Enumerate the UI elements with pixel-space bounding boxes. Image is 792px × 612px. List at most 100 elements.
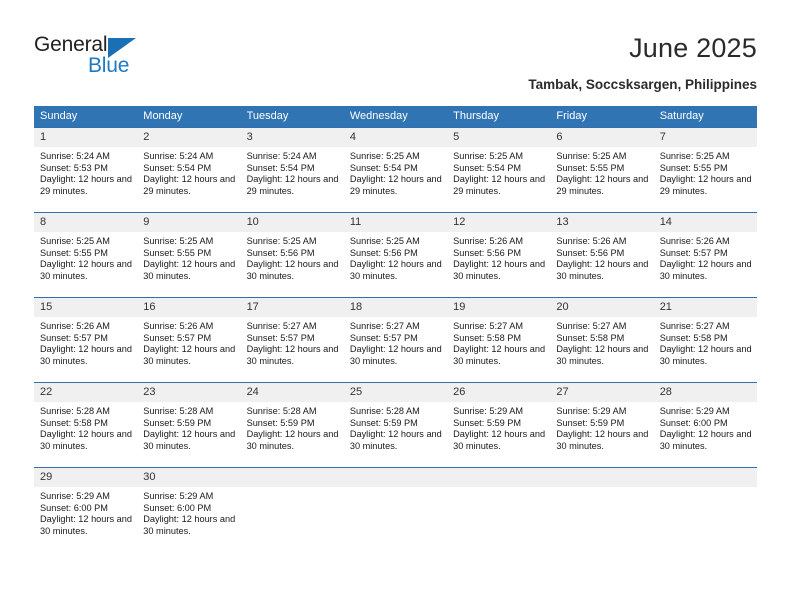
sunset-text: Sunset: 5:57 PM bbox=[143, 332, 212, 343]
day-details: Sunrise: 5:27 AM Sunset: 5:58 PM Dayligh… bbox=[654, 317, 757, 367]
day-number: 5 bbox=[447, 128, 551, 147]
weekday-header-wednesday: Wednesday bbox=[343, 106, 448, 128]
day-number: 22 bbox=[34, 383, 138, 402]
sunrise-text: Sunrise: 5:24 AM bbox=[143, 151, 214, 161]
day-cell[interactable]: 20 Sunrise: 5:27 AM Sunset: 5:58 PM Dayl… bbox=[550, 297, 654, 383]
day-cell[interactable]: 12 Sunrise: 5:26 AM Sunset: 5:56 PM Dayl… bbox=[447, 212, 551, 298]
day-cell[interactable]: 26 Sunrise: 5:29 AM Sunset: 5:59 PM Dayl… bbox=[447, 382, 551, 468]
day-details: Sunrise: 5:29 AM Sunset: 6:00 PM Dayligh… bbox=[34, 487, 137, 537]
day-details: Sunrise: 5:26 AM Sunset: 5:57 PM Dayligh… bbox=[34, 317, 137, 367]
day-cell[interactable]: 5 Sunrise: 5:25 AM Sunset: 5:54 PM Dayli… bbox=[447, 127, 551, 213]
day-number: 30 bbox=[137, 468, 241, 487]
daylight-text: Daylight: 12 hours and 29 minutes. bbox=[556, 174, 649, 196]
daylight-text: Daylight: 12 hours and 30 minutes. bbox=[40, 514, 132, 536]
sunset-text: Sunset: 5:55 PM bbox=[143, 247, 212, 258]
daylight-text: Daylight: 12 hours and 30 minutes. bbox=[453, 259, 546, 281]
daylight-text: Daylight: 12 hours and 30 minutes. bbox=[143, 429, 236, 451]
day-cell[interactable]: 10 Sunrise: 5:25 AM Sunset: 5:56 PM Dayl… bbox=[240, 212, 344, 298]
day-cell[interactable]: 30 Sunrise: 5:29 AM Sunset: 6:00 PM Dayl… bbox=[137, 467, 241, 552]
sunset-text: Sunset: 5:59 PM bbox=[556, 417, 625, 428]
day-number: 29 bbox=[34, 468, 138, 487]
day-number bbox=[343, 468, 448, 487]
day-cell[interactable]: 17 Sunrise: 5:27 AM Sunset: 5:57 PM Dayl… bbox=[240, 297, 344, 383]
day-cell[interactable]: 4 Sunrise: 5:25 AM Sunset: 5:54 PM Dayli… bbox=[343, 127, 448, 213]
sunrise-text: Sunrise: 5:25 AM bbox=[246, 236, 317, 246]
week-row: 22 Sunrise: 5:28 AM Sunset: 5:58 PM Dayl… bbox=[34, 382, 757, 468]
week-row: 29 Sunrise: 5:29 AM Sunset: 6:00 PM Dayl… bbox=[34, 467, 757, 552]
day-details: Sunrise: 5:29 AM Sunset: 5:59 PM Dayligh… bbox=[447, 402, 550, 452]
day-cell[interactable]: 28 Sunrise: 5:29 AM Sunset: 6:00 PM Dayl… bbox=[653, 382, 757, 468]
sunrise-text: Sunrise: 5:24 AM bbox=[40, 151, 110, 161]
sunrise-text: Sunrise: 5:26 AM bbox=[143, 321, 214, 331]
day-details: Sunrise: 5:25 AM Sunset: 5:56 PM Dayligh… bbox=[344, 232, 447, 282]
sunset-text: Sunset: 5:53 PM bbox=[40, 162, 108, 173]
day-details: Sunrise: 5:28 AM Sunset: 5:58 PM Dayligh… bbox=[34, 402, 137, 452]
sunset-text: Sunset: 5:59 PM bbox=[349, 417, 418, 428]
day-number: 14 bbox=[653, 213, 757, 232]
day-cell[interactable]: 6 Sunrise: 5:25 AM Sunset: 5:55 PM Dayli… bbox=[550, 127, 654, 213]
day-number: 17 bbox=[240, 298, 344, 317]
sunrise-text: Sunrise: 5:27 AM bbox=[246, 321, 317, 331]
day-details: Sunrise: 5:25 AM Sunset: 5:55 PM Dayligh… bbox=[550, 147, 653, 197]
day-number: 6 bbox=[550, 128, 654, 147]
daylight-text: Daylight: 12 hours and 29 minutes. bbox=[453, 174, 546, 196]
day-cell[interactable]: 16 Sunrise: 5:26 AM Sunset: 5:57 PM Dayl… bbox=[137, 297, 241, 383]
day-cell[interactable]: 19 Sunrise: 5:27 AM Sunset: 5:58 PM Dayl… bbox=[447, 297, 551, 383]
daylight-text: Daylight: 12 hours and 30 minutes. bbox=[556, 429, 649, 451]
daylight-text: Daylight: 12 hours and 30 minutes. bbox=[349, 344, 442, 366]
day-number: 9 bbox=[137, 213, 241, 232]
day-cell[interactable]: 21 Sunrise: 5:27 AM Sunset: 5:58 PM Dayl… bbox=[653, 297, 757, 383]
day-number bbox=[240, 468, 344, 487]
sunrise-text: Sunrise: 5:26 AM bbox=[556, 236, 627, 246]
weekday-header-tuesday: Tuesday bbox=[240, 106, 344, 128]
page-title: June 2025 bbox=[629, 33, 757, 63]
day-cell[interactable]: 23 Sunrise: 5:28 AM Sunset: 5:59 PM Dayl… bbox=[137, 382, 241, 468]
day-cell[interactable]: 15 Sunrise: 5:26 AM Sunset: 5:57 PM Dayl… bbox=[34, 297, 138, 383]
day-cell[interactable]: 25 Sunrise: 5:28 AM Sunset: 5:59 PM Dayl… bbox=[343, 382, 448, 468]
sunrise-text: Sunrise: 5:27 AM bbox=[349, 321, 420, 331]
sunrise-text: Sunrise: 5:29 AM bbox=[453, 406, 524, 416]
day-number: 26 bbox=[447, 383, 551, 402]
day-number: 2 bbox=[137, 128, 241, 147]
sunset-text: Sunset: 5:59 PM bbox=[143, 417, 212, 428]
day-cell[interactable]: 24 Sunrise: 5:28 AM Sunset: 5:59 PM Dayl… bbox=[240, 382, 344, 468]
day-cell[interactable]: 2 Sunrise: 5:24 AM Sunset: 5:54 PM Dayli… bbox=[137, 127, 241, 213]
generalblue-logo: General Blue bbox=[34, 33, 214, 83]
day-details: Sunrise: 5:25 AM Sunset: 5:55 PM Dayligh… bbox=[137, 232, 240, 282]
day-cell[interactable]: 22 Sunrise: 5:28 AM Sunset: 5:58 PM Dayl… bbox=[34, 382, 138, 468]
empty-day-cell bbox=[550, 467, 654, 552]
day-cell[interactable]: 1 Sunrise: 5:24 AM Sunset: 5:53 PM Dayli… bbox=[34, 127, 138, 213]
day-details: Sunrise: 5:26 AM Sunset: 5:56 PM Dayligh… bbox=[447, 232, 550, 282]
weekday-header-thursday: Thursday bbox=[447, 106, 551, 128]
week-row: 1 Sunrise: 5:24 AM Sunset: 5:53 PM Dayli… bbox=[34, 127, 757, 213]
day-cell[interactable]: 18 Sunrise: 5:27 AM Sunset: 5:57 PM Dayl… bbox=[343, 297, 448, 383]
day-number bbox=[653, 468, 757, 487]
day-cell[interactable]: 7 Sunrise: 5:25 AM Sunset: 5:55 PM Dayli… bbox=[653, 127, 757, 213]
day-cell[interactable]: 29 Sunrise: 5:29 AM Sunset: 6:00 PM Dayl… bbox=[34, 467, 138, 552]
sunrise-text: Sunrise: 5:25 AM bbox=[556, 151, 627, 161]
day-cell[interactable]: 8 Sunrise: 5:25 AM Sunset: 5:55 PM Dayli… bbox=[34, 212, 138, 298]
day-cell[interactable]: 3 Sunrise: 5:24 AM Sunset: 5:54 PM Dayli… bbox=[240, 127, 344, 213]
sunset-text: Sunset: 5:56 PM bbox=[556, 247, 625, 258]
day-cell[interactable]: 13 Sunrise: 5:26 AM Sunset: 5:56 PM Dayl… bbox=[550, 212, 654, 298]
sunset-text: Sunset: 5:59 PM bbox=[453, 417, 522, 428]
sunrise-text: Sunrise: 5:25 AM bbox=[659, 151, 730, 161]
sunrise-text: Sunrise: 5:26 AM bbox=[40, 321, 110, 331]
sunset-text: Sunset: 5:56 PM bbox=[349, 247, 418, 258]
daylight-text: Daylight: 12 hours and 30 minutes. bbox=[349, 429, 442, 451]
empty-day-cell bbox=[240, 467, 344, 552]
day-details: Sunrise: 5:25 AM Sunset: 5:56 PM Dayligh… bbox=[241, 232, 344, 282]
day-number: 15 bbox=[34, 298, 138, 317]
daylight-text: Daylight: 12 hours and 30 minutes. bbox=[143, 344, 236, 366]
day-cell[interactable]: 27 Sunrise: 5:29 AM Sunset: 5:59 PM Dayl… bbox=[550, 382, 654, 468]
day-number: 27 bbox=[550, 383, 654, 402]
calendar-page: General Blue June 2025 Tambak, Soccsksar… bbox=[0, 0, 792, 612]
sunrise-text: Sunrise: 5:25 AM bbox=[40, 236, 110, 246]
weekday-header-saturday: Saturday bbox=[653, 106, 757, 128]
sunrise-text: Sunrise: 5:25 AM bbox=[349, 151, 420, 161]
day-cell[interactable]: 9 Sunrise: 5:25 AM Sunset: 5:55 PM Dayli… bbox=[137, 212, 241, 298]
sunset-text: Sunset: 5:54 PM bbox=[349, 162, 418, 173]
sunrise-text: Sunrise: 5:29 AM bbox=[40, 491, 110, 501]
day-cell[interactable]: 14 Sunrise: 5:26 AM Sunset: 5:57 PM Dayl… bbox=[653, 212, 757, 298]
day-cell[interactable]: 11 Sunrise: 5:25 AM Sunset: 5:56 PM Dayl… bbox=[343, 212, 448, 298]
